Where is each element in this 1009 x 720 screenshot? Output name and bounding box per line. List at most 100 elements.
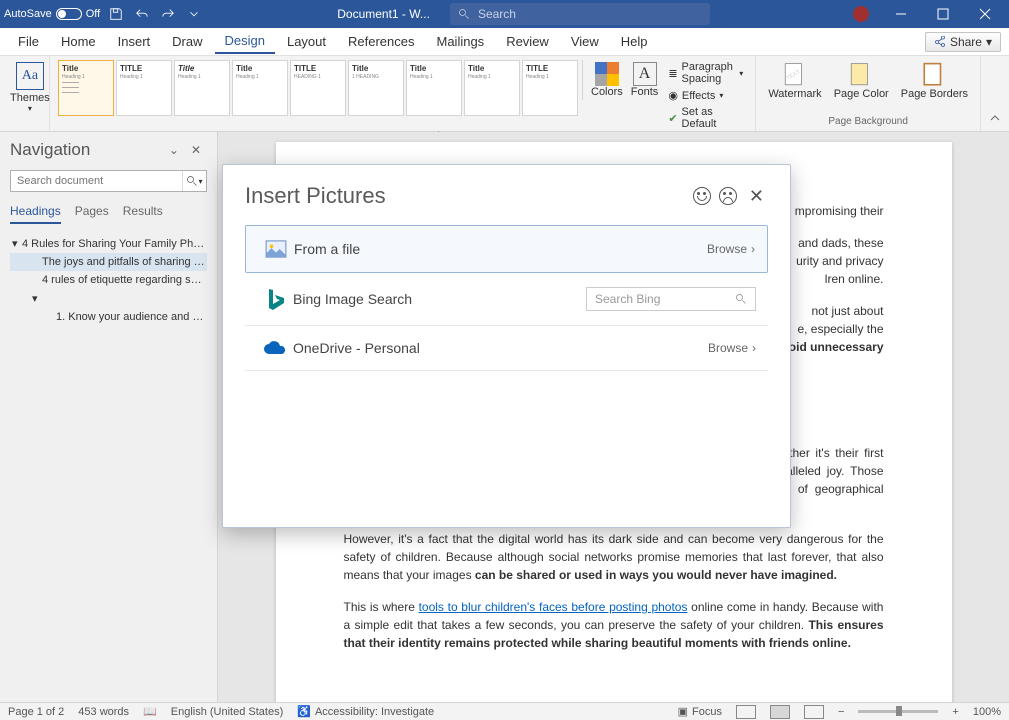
qat-more-icon[interactable] (184, 4, 204, 24)
fonts-button[interactable]: A Fonts (629, 60, 661, 100)
zoom-level[interactable]: 100% (973, 706, 1001, 718)
heading-item[interactable]: 1. Know your audience and se... (10, 308, 207, 326)
tell-me-search[interactable]: Search (450, 3, 710, 25)
link-blur-tools[interactable]: tools to blur children's faces before po… (419, 600, 688, 614)
status-language[interactable]: English (United States) (171, 706, 284, 718)
tab-view[interactable]: View (561, 30, 609, 53)
nav-tab-pages[interactable]: Pages (75, 204, 109, 224)
onedrive-label: OneDrive - Personal (293, 340, 708, 356)
insert-onedrive-row[interactable]: OneDrive - Personal Browse› (245, 326, 768, 371)
feedback-sad-icon[interactable] (719, 187, 737, 205)
dialog-close-button[interactable]: ✕ (745, 186, 768, 207)
browse-file-link[interactable]: Browse› (707, 242, 755, 256)
tab-insert[interactable]: Insert (108, 30, 161, 53)
print-layout-button[interactable] (770, 705, 790, 719)
set-default-button[interactable]: ✔Set as Default (664, 105, 747, 131)
tab-design[interactable]: Design (215, 29, 275, 54)
ribbon: Aa Themes ▾ TitleHeading 1━━━━━━━━━━━━━━… (0, 56, 1009, 132)
chevron-right-icon: › (752, 341, 756, 355)
heading-item[interactable]: ▾ (10, 289, 207, 308)
undo-icon[interactable] (132, 4, 152, 24)
style-set-item[interactable]: TitleHeading 1 (406, 60, 462, 116)
style-set-item[interactable]: TITLEHeading 1 (522, 60, 578, 116)
tab-help[interactable]: Help (611, 30, 658, 53)
zoom-in-button[interactable]: + (952, 706, 958, 718)
search-icon (458, 8, 470, 20)
nav-close-icon[interactable]: ✕ (185, 141, 207, 159)
file-picture-icon (265, 240, 287, 258)
tab-mailings[interactable]: Mailings (427, 30, 495, 53)
style-set-item[interactable]: TITLEHEADING 1 (290, 60, 346, 116)
status-accessibility[interactable]: ♿ Accessibility: Investigate (297, 705, 434, 718)
browse-onedrive-link[interactable]: Browse› (708, 341, 756, 355)
tab-references[interactable]: References (338, 30, 424, 53)
tab-file[interactable]: File (8, 30, 49, 53)
save-icon[interactable] (106, 4, 126, 24)
heading-item[interactable]: ▾4 Rules for Sharing Your Family Phot... (10, 234, 207, 253)
heading-item[interactable]: The joys and pitfalls of sharing yo... (10, 253, 207, 271)
style-set-gallery[interactable]: TitleHeading 1━━━━━━━━━━━━━━━━━━━━━ TITL… (58, 60, 578, 116)
nav-search[interactable]: ▾ (10, 170, 207, 192)
tab-review[interactable]: Review (496, 30, 559, 53)
nav-title: Navigation (10, 140, 163, 160)
page-color-button[interactable]: Page Color (830, 60, 893, 102)
share-button[interactable]: Share ▾ (925, 32, 1001, 52)
style-set-item[interactable]: TitleHeading 1 (174, 60, 230, 116)
autosave-toggle[interactable]: AutoSave Off (4, 8, 100, 20)
zoom-out-button[interactable]: − (838, 706, 844, 718)
tab-draw[interactable]: Draw (162, 30, 212, 53)
insert-pictures-dialog: Insert Pictures ✕ From a file Browse› Bi… (222, 164, 791, 528)
heading-item[interactable]: 4 rules of etiquette regarding sha... (10, 271, 207, 289)
status-spellcheck-icon[interactable]: 📖 (143, 705, 157, 718)
from-file-label: From a file (294, 241, 707, 257)
maximize-button[interactable] (923, 0, 963, 28)
tab-layout[interactable]: Layout (277, 30, 336, 53)
share-label: Share (950, 35, 982, 49)
minimize-button[interactable] (881, 0, 921, 28)
collapse-ribbon-button[interactable] (981, 108, 1009, 131)
watermark-button[interactable]: TEXTWatermark (764, 60, 825, 102)
nav-tab-results[interactable]: Results (123, 204, 163, 224)
search-placeholder: Search (478, 7, 516, 21)
close-button[interactable] (965, 0, 1005, 28)
chevron-up-icon (989, 112, 1001, 124)
status-page[interactable]: Page 1 of 2 (8, 706, 64, 718)
redo-icon[interactable] (158, 4, 178, 24)
navigation-pane: Navigation ⌄ ✕ ▾ Headings Pages Results … (0, 132, 218, 702)
nav-tabs: Headings Pages Results (10, 204, 207, 224)
chevron-down-icon: ▾ (986, 35, 992, 49)
colors-button[interactable]: Colors (589, 60, 625, 100)
focus-mode-button[interactable]: ▣ Focus (678, 705, 722, 718)
insert-bing-row[interactable]: Bing Image Search Search Bing (245, 273, 768, 326)
bing-search-input[interactable]: Search Bing (586, 287, 756, 311)
dialog-title: Insert Pictures (245, 183, 685, 209)
style-set-item[interactable]: TitleHeading 1 (232, 60, 288, 116)
paragraph-spacing-button[interactable]: ≣Paragraph Spacing▾ (664, 60, 747, 86)
share-icon (934, 36, 946, 48)
style-set-item[interactable]: TitleHeading 1 (464, 60, 520, 116)
insert-from-file-row[interactable]: From a file Browse› (245, 225, 768, 273)
nav-dropdown-icon[interactable]: ⌄ (163, 141, 185, 159)
paragraph: However, it's a fact that the digital wo… (344, 530, 884, 584)
zoom-slider[interactable] (858, 710, 938, 713)
style-set-item[interactable]: Title1 HEADING (348, 60, 404, 116)
themes-label: Themes (10, 92, 50, 104)
web-layout-button[interactable] (804, 705, 824, 719)
account-avatar[interactable] (853, 6, 869, 22)
toggle-icon (56, 8, 82, 20)
nav-search-input[interactable] (11, 171, 182, 191)
read-mode-button[interactable] (736, 705, 756, 719)
nav-search-button[interactable]: ▾ (182, 171, 206, 191)
style-set-item[interactable]: TitleHeading 1━━━━━━━━━━━━━━━━━━━━━ (58, 60, 114, 116)
nav-tab-headings[interactable]: Headings (10, 204, 61, 224)
effects-button[interactable]: ◉Effects▾ (664, 88, 747, 103)
style-set-item[interactable]: TITLEHeading 1 (116, 60, 172, 116)
tab-home[interactable]: Home (51, 30, 106, 53)
status-words[interactable]: 453 words (78, 706, 129, 718)
expand-icon: ▾ (32, 292, 42, 305)
page-borders-button[interactable]: Page Borders (897, 60, 972, 102)
colors-icon (595, 62, 619, 86)
themes-button[interactable]: Aa Themes ▾ (8, 60, 52, 115)
autosave-label: AutoSave (4, 8, 52, 20)
feedback-happy-icon[interactable] (693, 187, 711, 205)
